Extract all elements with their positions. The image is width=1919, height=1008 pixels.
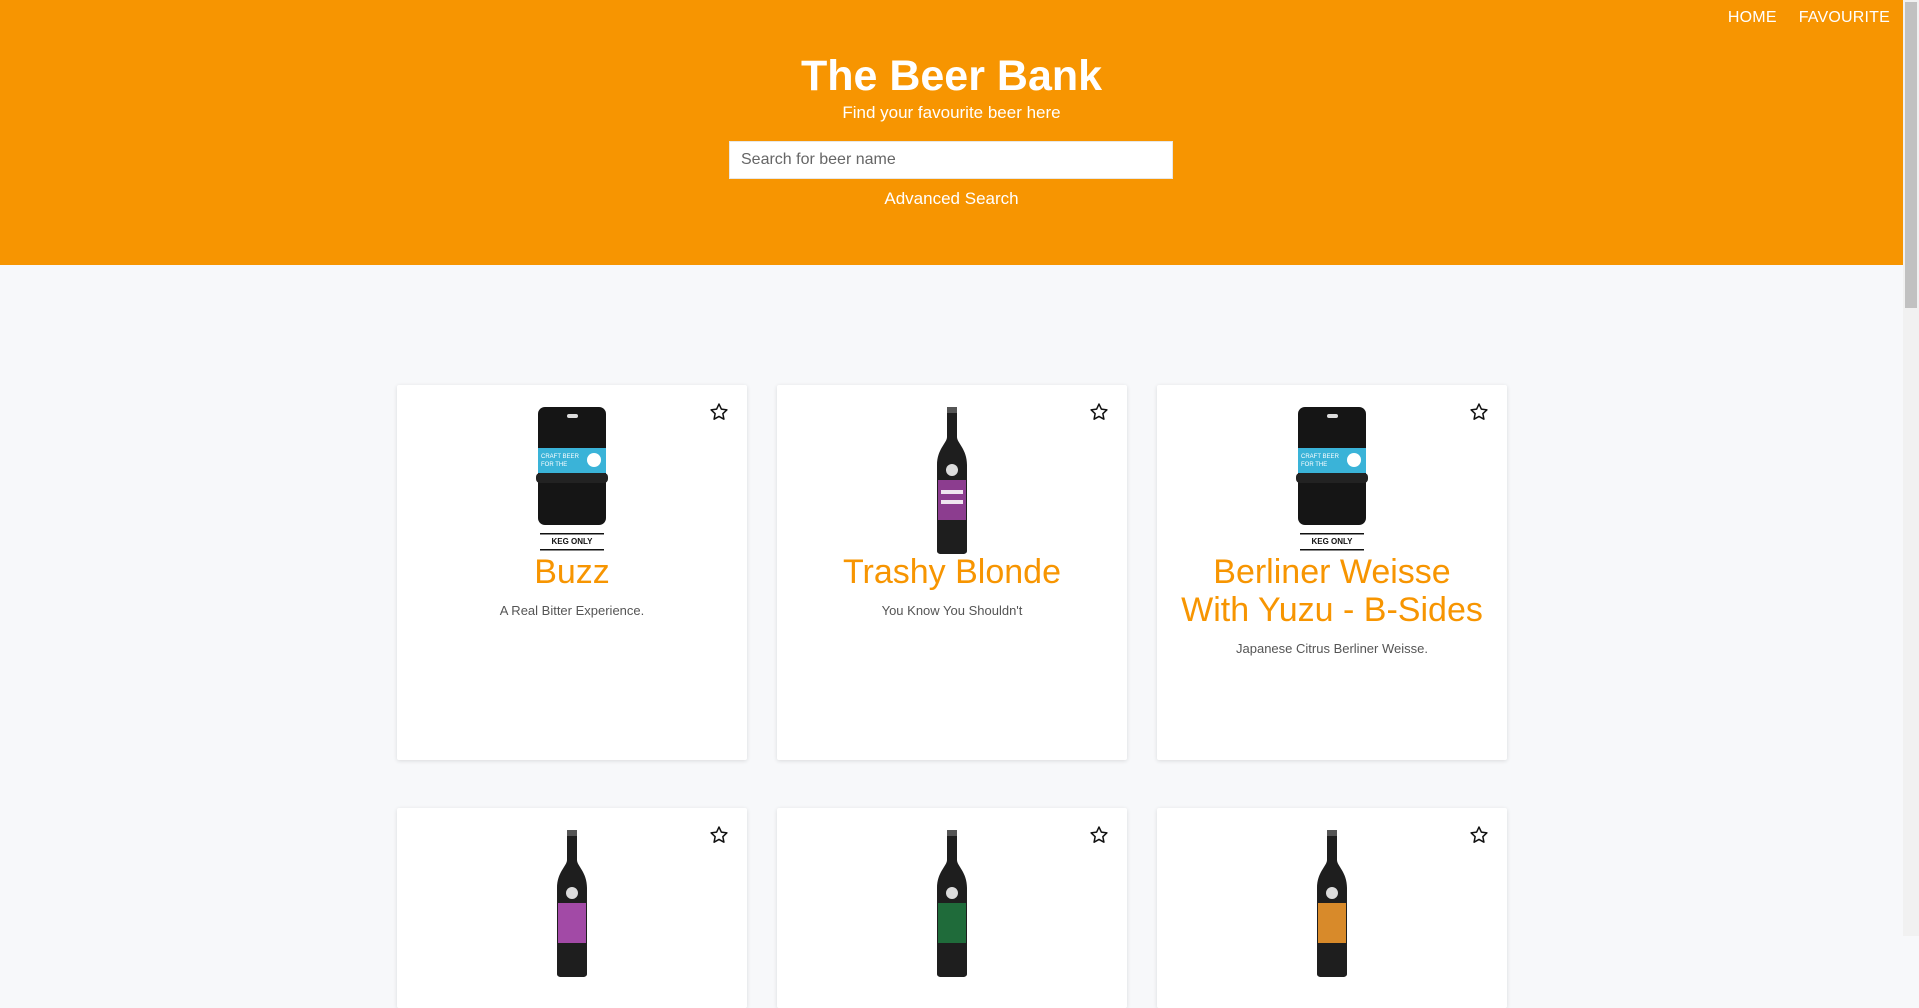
beer-tagline: Japanese Citrus Berliner Weisse.	[1236, 641, 1428, 656]
search-input[interactable]	[729, 141, 1173, 179]
hero-header: HOME FAVOURITE The Beer Bank Find your f…	[0, 0, 1903, 265]
keg-label: KEG ONLY	[551, 537, 593, 546]
top-nav: HOME FAVOURITE	[1728, 9, 1890, 27]
keg-text: FOR THE	[1301, 462, 1327, 468]
page-subtitle: Find your favourite beer here	[842, 103, 1061, 122]
beer-card[interactable]: Trashy Blonde You Know You Shouldn't	[777, 385, 1127, 760]
beer-card[interactable]	[397, 808, 747, 1008]
star-icon[interactable]	[1469, 825, 1489, 845]
star-icon[interactable]	[709, 825, 729, 845]
advanced-search-link[interactable]: Advanced Search	[0, 189, 1903, 209]
star-icon[interactable]	[1089, 825, 1109, 845]
scrollbar[interactable]	[1903, 0, 1919, 936]
beer-card[interactable]	[777, 808, 1127, 1008]
keg-icon: CRAFT BEER FOR THE KEG ONLY	[536, 407, 608, 551]
nav-home-link[interactable]: HOME	[1728, 9, 1777, 27]
beer-tagline: A Real Bitter Experience.	[499, 603, 645, 618]
beer-name[interactable]: Trashy Blonde	[797, 553, 1107, 591]
star-icon[interactable]	[709, 402, 729, 422]
nav-favourite-link[interactable]: FAVOURITE	[1799, 9, 1890, 27]
scrollbar-thumb[interactable]	[1905, 2, 1917, 308]
beer-name[interactable]: Buzz	[417, 553, 727, 591]
beer-tagline: You Know You Shouldn't	[881, 603, 1023, 618]
keg-text: CRAFT BEER	[1301, 454, 1340, 460]
keg-label: KEG ONLY	[1311, 537, 1353, 546]
keg-icon: CRAFT BEER FOR THE KEG ONLY	[1296, 407, 1368, 551]
page-title: The Beer Bank	[800, 52, 1103, 100]
star-icon[interactable]	[1469, 402, 1489, 422]
keg-text: CRAFT BEER	[541, 454, 580, 460]
bottle-icon	[937, 830, 967, 977]
bottle-icon	[937, 407, 967, 554]
keg-text: FOR THE	[541, 462, 567, 468]
star-icon[interactable]	[1089, 402, 1109, 422]
bottle-icon	[557, 830, 587, 977]
beer-card[interactable]	[1157, 808, 1507, 1008]
beer-name[interactable]: Berliner Weisse With Yuzu - B-Sides	[1177, 553, 1487, 629]
beer-card[interactable]: CRAFT BEER FOR THE KEG ONLY Buzz A Real …	[397, 385, 747, 760]
beer-card[interactable]: CRAFT BEER FOR THE KEG ONLY Berliner Wei…	[1157, 385, 1507, 760]
bottle-icon	[1317, 830, 1347, 977]
